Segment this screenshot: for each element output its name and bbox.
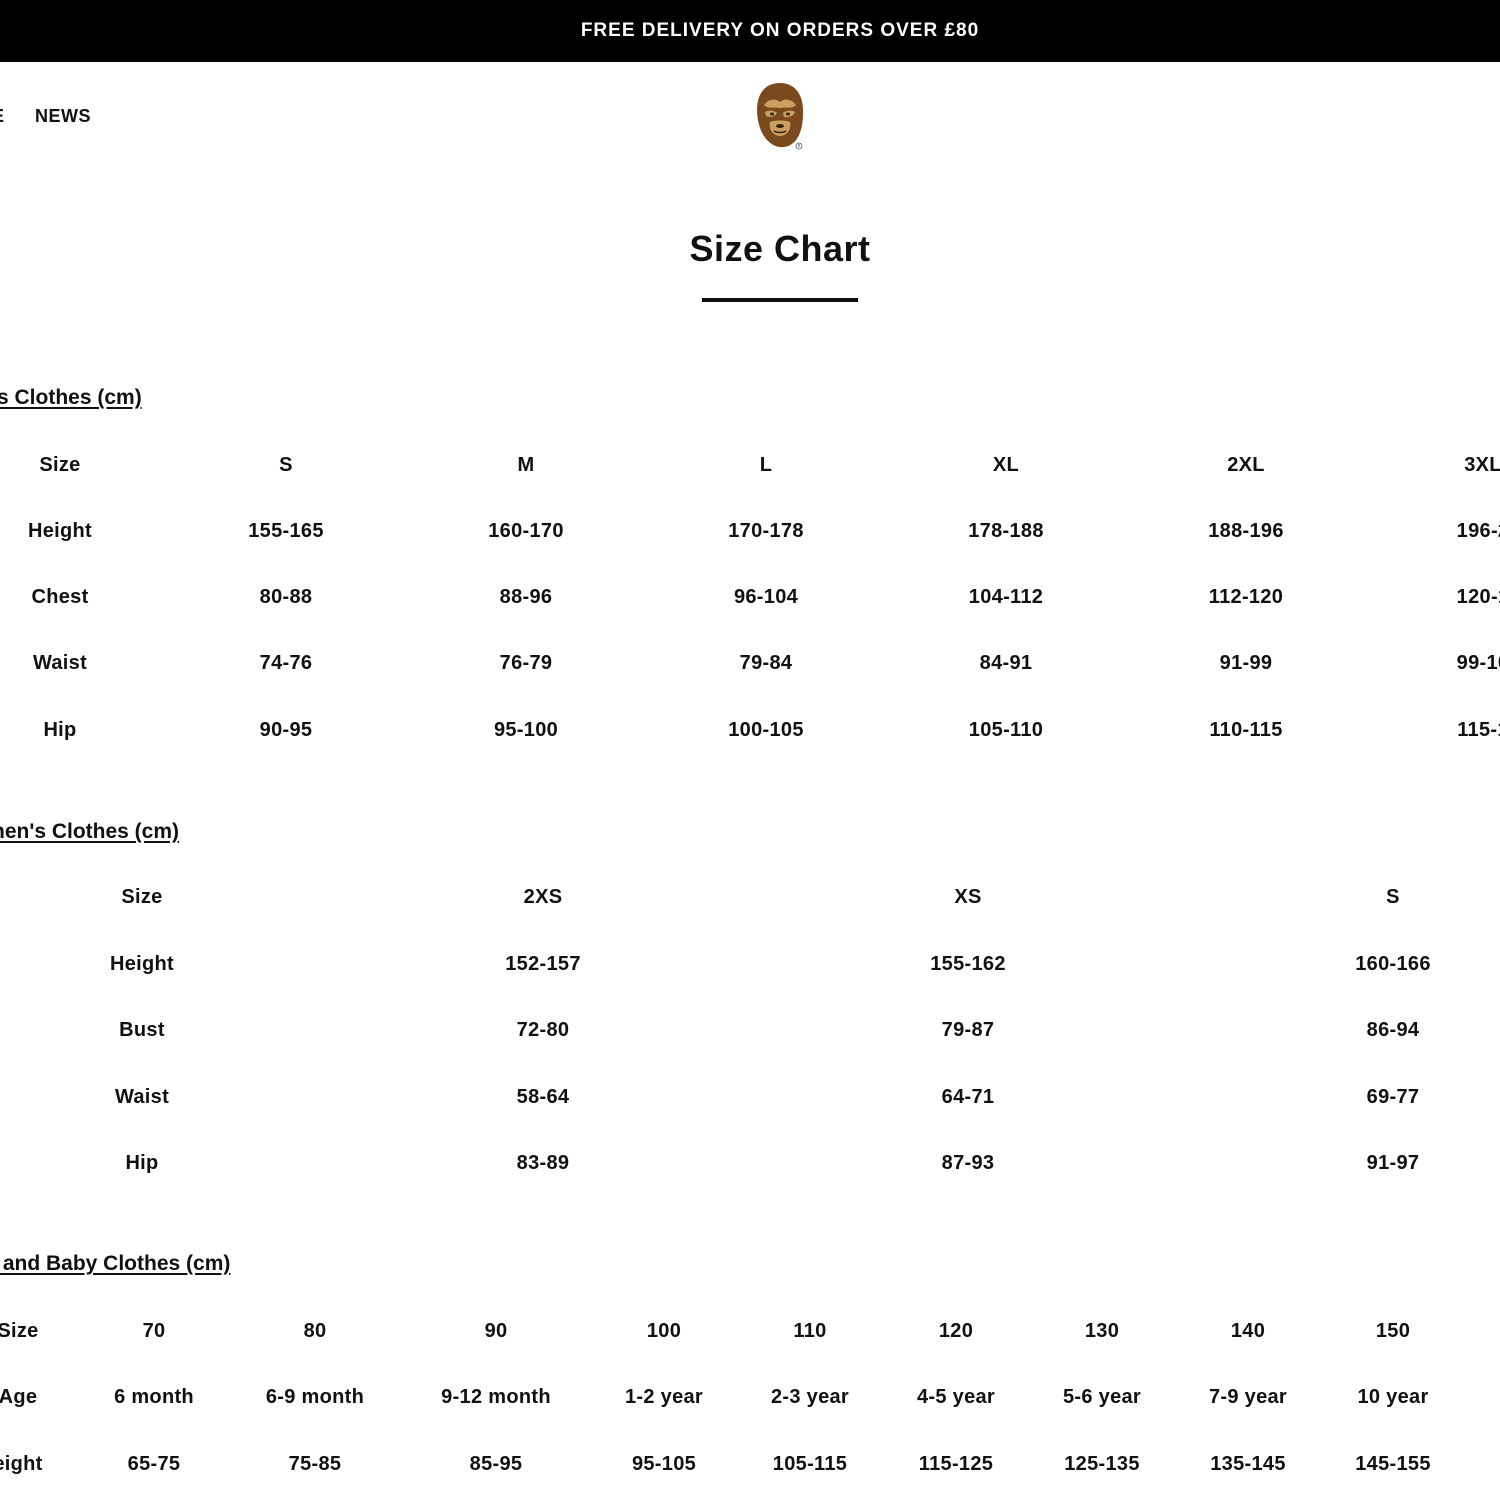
section-title[interactable]: nen's Clothes (cm) — [0, 820, 179, 844]
nav-item-partial[interactable]: E — [0, 106, 5, 127]
table-cell: 83-89 — [516, 1152, 570, 1174]
table-cell: 88-96 — [499, 586, 553, 608]
svg-text:R: R — [798, 144, 801, 149]
table-cell: 90-95 — [259, 719, 313, 741]
table-cell: 76-79 — [499, 652, 553, 674]
table-cell: 84-91 — [979, 652, 1033, 674]
table-cell: 7-9 year — [1208, 1386, 1288, 1408]
table-cell: 145-155 — [1355, 1453, 1431, 1475]
size-header-cell: 80 — [303, 1320, 327, 1342]
table-cell: 91-99 — [1219, 652, 1273, 674]
table-cell: 2-3 year — [770, 1386, 850, 1408]
table-cell: 155-165 — [248, 520, 324, 542]
size-header-cell: M — [517, 454, 535, 476]
table-cell: 170-178 — [728, 520, 804, 542]
table-cell: 160-170 — [488, 520, 564, 542]
promo-banner: FREE DELIVERY ON ORDERS OVER £80 — [0, 0, 1500, 62]
size-header-cell: S — [1386, 886, 1400, 908]
size-header-cell: 2XS — [523, 886, 563, 908]
row-label: Size — [0, 1320, 39, 1342]
table-cell: 188-196 — [1208, 520, 1284, 542]
size-header-cell: 130 — [1084, 1320, 1120, 1342]
table-cell: 74-76 — [259, 652, 313, 674]
table-cell: 65-75 — [127, 1453, 181, 1475]
table-cell: 110-115 — [1209, 719, 1283, 741]
size-header-cell: 70 — [142, 1320, 166, 1342]
table-cell: 152-157 — [505, 953, 581, 975]
table-cell: 91-97 — [1366, 1152, 1420, 1174]
row-label: Waist — [32, 652, 88, 674]
table-cell: 4-5 year — [916, 1386, 996, 1408]
table-cell: 95-100 — [493, 719, 559, 741]
table-cell: 75-85 — [288, 1453, 342, 1475]
table-cell: 85-95 — [469, 1453, 523, 1475]
table-cell: 5-6 year — [1062, 1386, 1142, 1408]
table-cell: 79-84 — [739, 652, 793, 674]
nav-item-news[interactable]: NEWS — [35, 106, 91, 127]
table-cell: 155-162 — [930, 953, 1006, 975]
row-label: Size — [39, 454, 81, 476]
table-cell: 64-71 — [941, 1086, 995, 1108]
size-header-cell: XL — [992, 454, 1020, 476]
table-cell: 1-2 year — [624, 1386, 704, 1408]
size-header-cell: 90 — [484, 1320, 508, 1342]
size-header-cell: 150 — [1375, 1320, 1411, 1342]
table-cell: 104-112 — [968, 586, 1044, 608]
table-cell: 96-104 — [733, 586, 799, 608]
table-cell: 99-10 — [1456, 652, 1500, 674]
promo-text: FREE DELIVERY ON ORDERS OVER £80 — [580, 20, 980, 41]
table-cell: 105-115 — [772, 1453, 848, 1475]
table-cell: 196-2 — [1456, 520, 1500, 542]
table-cell: 178-188 — [968, 520, 1044, 542]
table-cell: 6 month — [114, 1386, 194, 1408]
table-cell: 9-12 month — [441, 1386, 551, 1408]
size-header-cell: S — [279, 454, 293, 476]
table-cell: 115-1 — [1457, 719, 1500, 741]
row-label: Age — [0, 1386, 38, 1408]
size-header-cell: 100 — [646, 1320, 682, 1342]
page-title: Size Chart — [689, 228, 871, 269]
table-cell: 135-145 — [1210, 1453, 1286, 1475]
size-header-cell: 120 — [938, 1320, 974, 1342]
section-title[interactable]: ' and Baby Clothes (cm) — [0, 1252, 230, 1276]
row-label: Waist — [114, 1086, 170, 1108]
row-label: Hip — [43, 719, 77, 741]
table-cell: 58-64 — [516, 1086, 570, 1108]
row-label: Height — [27, 520, 93, 542]
table-cell: 105-110 — [968, 719, 1044, 741]
row-label: Height — [109, 953, 175, 975]
table-cell: 86-94 — [1366, 1019, 1420, 1041]
table-cell: 69-77 — [1366, 1086, 1420, 1108]
row-label: Chest — [31, 586, 89, 608]
table-cell: 95-105 — [631, 1453, 697, 1475]
table-cell: 87-93 — [941, 1152, 995, 1174]
table-cell: 120-1 — [1456, 586, 1500, 608]
section-title[interactable]: 's Clothes (cm) — [0, 386, 142, 410]
table-cell: 6-9 month — [265, 1386, 365, 1408]
table-cell: 112-120 — [1208, 586, 1284, 608]
row-label: Size — [121, 886, 163, 908]
size-header-cell: 2XL — [1227, 454, 1265, 476]
size-header-cell: 3XL — [1464, 454, 1500, 476]
table-cell: 100-105 — [728, 719, 804, 741]
size-header-cell: L — [759, 454, 773, 476]
table-cell: 72-80 — [516, 1019, 570, 1041]
row-label: Hip — [125, 1152, 159, 1174]
size-header-cell: 140 — [1230, 1320, 1266, 1342]
table-cell: 80-88 — [259, 586, 313, 608]
table-cell: 79-87 — [941, 1019, 995, 1041]
title-underline — [702, 298, 858, 302]
table-cell: 160-166 — [1355, 953, 1431, 975]
table-cell: 115-125 — [918, 1453, 994, 1475]
table-cell: 10 year — [1357, 1386, 1429, 1408]
table-cell: 125-135 — [1064, 1453, 1140, 1475]
row-label: eight — [0, 1453, 43, 1475]
ape-head-logo[interactable]: R — [752, 80, 808, 152]
size-header-cell: 110 — [793, 1320, 827, 1342]
row-label: Bust — [119, 1019, 165, 1041]
size-header-cell: XS — [954, 886, 982, 908]
